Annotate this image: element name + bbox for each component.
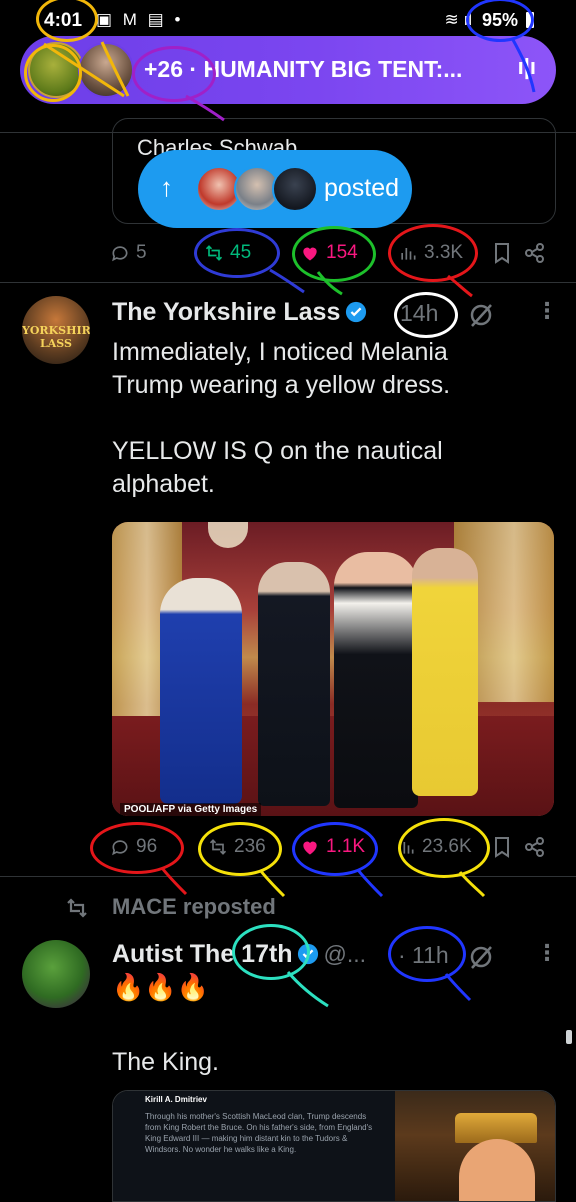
repost-icon	[209, 839, 227, 855]
space-speaker-avatar	[78, 42, 134, 98]
grok-icon[interactable]	[468, 944, 494, 970]
views-button[interactable]: 23.6K	[396, 836, 472, 858]
poster-avatar	[272, 166, 318, 212]
reply-count: 5	[136, 242, 147, 263]
tweet-text: Immediately, I noticed Melania Trump wea…	[112, 336, 552, 501]
author-avatar[interactable]: YORKSHIRE LASS	[22, 296, 90, 364]
tweet-timestamp[interactable]: · 11h	[398, 942, 449, 969]
reply-button[interactable]: 96	[110, 836, 157, 858]
author-name-suffix[interactable]: 17th	[241, 940, 292, 968]
bookmark-button[interactable]	[492, 242, 512, 269]
like-count: 1.1K	[326, 836, 366, 857]
repost-count: 45	[230, 242, 252, 263]
photo-person	[412, 548, 478, 796]
author-name[interactable]: Autist The	[112, 940, 241, 968]
fire-emoji: 🔥🔥🔥	[112, 972, 210, 1002]
bar-chart-icon	[401, 248, 416, 260]
reply-icon	[112, 840, 128, 856]
audio-wave-icon: ı|ı	[517, 54, 536, 79]
like-button[interactable]: 1.1K	[300, 836, 365, 858]
repost-count: 236	[234, 836, 266, 857]
photo-chandelier	[208, 522, 248, 548]
divider	[0, 282, 576, 283]
view-count: 23.6K	[422, 836, 472, 857]
bar-chart-icon	[399, 842, 414, 854]
tweet-text: The King.	[112, 1048, 220, 1076]
share-button[interactable]	[524, 836, 546, 863]
scroll-indicator	[566, 1030, 572, 1044]
annotation-stroke	[447, 274, 473, 298]
view-count: 3.3K	[424, 242, 464, 263]
verified-badge-icon	[297, 943, 319, 965]
spaces-live-bar[interactable]: +26 · HUMANITY BIG TENT:... ı|ı	[20, 36, 556, 104]
photo-person	[160, 578, 242, 804]
wifi-signal-icon: ≋ ıl	[444, 10, 472, 29]
tweet-text-line: Immediately, I noticed Melania	[112, 338, 448, 366]
share-icon	[525, 243, 544, 263]
tweet-media-card[interactable]: Kirill A. Dmitriev Through his mother's …	[112, 1090, 556, 1202]
bookmark-icon	[495, 837, 509, 858]
tweet-text-line: alphabet.	[112, 470, 215, 498]
verified-badge-icon	[345, 301, 366, 323]
arrow-up-icon: ↑	[160, 172, 173, 202]
reply-button[interactable]: 5	[110, 242, 147, 264]
tweet-timestamp[interactable]: 14h	[400, 300, 438, 327]
annotation-stroke	[356, 869, 384, 898]
face-shape	[459, 1139, 535, 1201]
status-time: 4:01	[44, 10, 83, 31]
screenshot-of-tweet: Kirill A. Dmitriev Through his mother's …	[113, 1091, 395, 1201]
posted-label: posted	[324, 174, 400, 202]
embedded-author: Kirill A. Dmitriev	[145, 1095, 207, 1104]
tweet-text-line: Trump wearing a yellow dress.	[112, 371, 451, 399]
battery-level: 95%	[481, 10, 518, 30]
more-options-icon[interactable]: ⋮	[536, 298, 558, 324]
avatar-text: YORKSHIRE LASS	[22, 324, 90, 350]
like-count: 154	[326, 242, 358, 263]
battery-icon	[526, 12, 534, 28]
embedded-text: Through his mother's Scottish MacLeod cl…	[145, 1112, 373, 1154]
reply-count: 96	[136, 836, 158, 857]
space-host-avatar	[28, 42, 84, 98]
divider	[0, 876, 576, 877]
tweet-text-line: YELLOW IS Q on the nautical	[112, 437, 443, 465]
bookmark-icon	[495, 243, 509, 264]
annotation-stroke	[286, 971, 329, 1008]
views-button[interactable]: 3.3K	[398, 242, 463, 264]
new-posts-pill[interactable]: ↑ posted	[138, 150, 412, 228]
author-avatar[interactable]	[22, 940, 90, 1008]
annotation-stroke	[444, 973, 472, 1002]
share-button[interactable]	[524, 242, 546, 269]
heart-icon	[303, 841, 317, 855]
repost-icon	[205, 245, 223, 261]
reply-icon	[112, 246, 128, 262]
author-name[interactable]: The Yorkshire Lass	[112, 298, 340, 326]
like-button[interactable]: 154	[300, 242, 358, 264]
tweet-header: Autist The 17th @...	[112, 940, 366, 969]
more-options-icon[interactable]: ⋮	[536, 940, 558, 966]
reposted-by-label[interactable]: MACE reposted	[112, 894, 276, 920]
author-handle[interactable]: @...	[323, 941, 366, 967]
tweet-header: The Yorkshire Lass	[112, 298, 367, 327]
space-title: +26 · HUMANITY BIG TENT:...	[144, 56, 463, 82]
photo-person	[258, 562, 330, 806]
photo-credit: POOL/AFP via Getty Images	[120, 803, 262, 816]
heart-icon	[303, 247, 317, 261]
repost-button[interactable]: 236	[208, 836, 266, 858]
photo-person	[334, 552, 418, 808]
annotation-stroke	[160, 867, 188, 896]
tweet-photo[interactable]: POOL/AFP via Getty Images	[112, 522, 554, 816]
annotation-stroke	[316, 271, 343, 296]
repost-icon	[67, 898, 87, 918]
grok-icon[interactable]	[468, 302, 494, 328]
bookmark-button[interactable]	[492, 836, 512, 863]
king-image	[395, 1091, 555, 1201]
notification-icons: ▣ M ▤ •	[96, 10, 184, 29]
annotation-stroke	[458, 871, 486, 898]
status-bar: 4:01 ▣ M ▤ • ≋ ıl 95%	[0, 0, 576, 40]
repost-button[interactable]: 45	[204, 242, 251, 264]
share-icon	[525, 837, 544, 857]
